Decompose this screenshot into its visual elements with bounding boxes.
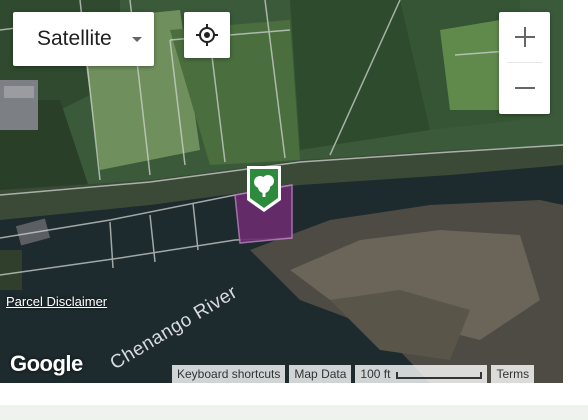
- zoom-in-button[interactable]: [499, 12, 550, 62]
- chevron-down-icon: [132, 37, 142, 42]
- map-type-label: Satellite: [37, 27, 112, 50]
- map-canvas[interactable]: Satellite Parcel Disclaimer Chenango Riv…: [0, 0, 563, 383]
- page-bottom-strip: [0, 405, 588, 420]
- scale-label: 100 ft: [360, 367, 391, 381]
- keyboard-shortcuts-link[interactable]: Keyboard shortcuts: [172, 365, 286, 383]
- terms-link[interactable]: Terms: [491, 365, 535, 383]
- my-location-button[interactable]: [184, 12, 230, 58]
- zoom-control: [499, 12, 550, 114]
- parcel-disclaimer-link[interactable]: Parcel Disclaimer: [6, 294, 107, 309]
- scale-bar[interactable]: 100 ft: [355, 365, 488, 383]
- map-type-select[interactable]: Satellite: [13, 12, 154, 66]
- attribution-bar: Keyboard shortcuts Map Data 100 ft Terms: [172, 365, 538, 383]
- tree-pin-icon[interactable]: [243, 164, 285, 214]
- page-gutter: [563, 0, 588, 383]
- minus-icon: [514, 87, 535, 89]
- plus-icon: [514, 27, 535, 47]
- map-data-link[interactable]: Map Data: [289, 365, 352, 383]
- scale-ruler: [396, 371, 483, 379]
- zoom-out-button[interactable]: [499, 63, 550, 113]
- google-logo[interactable]: Google: [10, 351, 83, 377]
- crosshair-target-icon: [196, 24, 218, 46]
